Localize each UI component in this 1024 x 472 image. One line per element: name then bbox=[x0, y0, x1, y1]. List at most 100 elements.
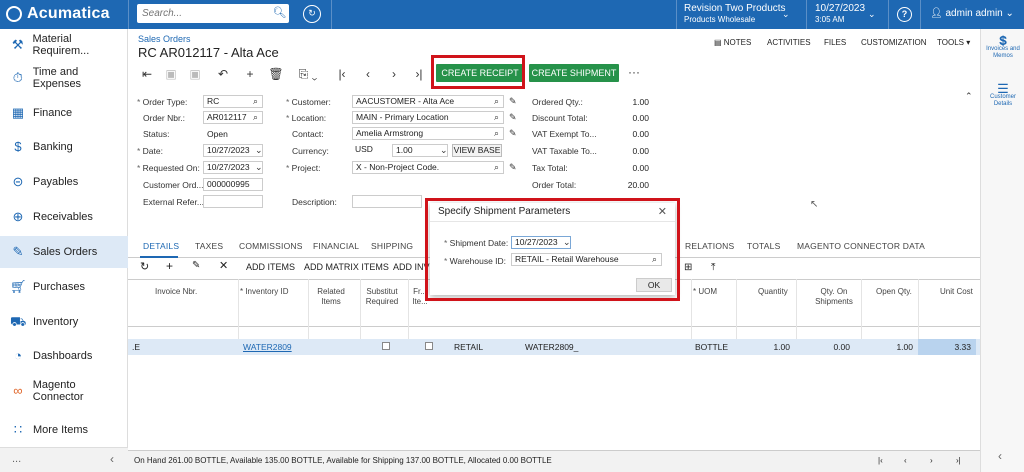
add-row-icon[interactable]: + bbox=[166, 259, 173, 273]
col-inventory-id[interactable]: * Inventory ID bbox=[240, 287, 288, 297]
previous-page-icon[interactable]: ‹ bbox=[904, 456, 907, 465]
lookup-icon[interactable]: ⌕ bbox=[253, 112, 258, 123]
tab-totals[interactable]: TOTALS bbox=[747, 241, 780, 251]
tab-commissions[interactable]: COMMISSIONS bbox=[239, 241, 303, 251]
sidebar-item-banking[interactable]: $ Banking bbox=[0, 131, 128, 163]
chevron-down-icon[interactable]: ⌄ bbox=[782, 9, 790, 20]
chevron-down-icon[interactable]: ⌄ bbox=[255, 145, 263, 156]
lookup-icon[interactable]: ⌕ bbox=[494, 128, 499, 139]
search-icon[interactable]: 🔍︎ bbox=[272, 6, 287, 21]
location-field[interactable]: MAIN - Primary Location bbox=[352, 111, 504, 124]
export-excel-icon[interactable]: ⊞ bbox=[684, 262, 692, 273]
sidebar-item-sales-orders[interactable]: ✎ Sales Orders bbox=[0, 236, 128, 268]
sidebar-item-magento-connector[interactable]: ∞ Magento Connector bbox=[0, 375, 128, 407]
search-input[interactable] bbox=[137, 4, 267, 23]
logo[interactable]: Acumatica bbox=[6, 5, 110, 23]
cell-inventory-id[interactable]: WATER2809 bbox=[243, 342, 292, 352]
tab-taxes[interactable]: TAXES bbox=[195, 241, 223, 251]
first-record-icon[interactable]: |‹ bbox=[333, 67, 351, 85]
delete-icon[interactable]: 🗑︎ bbox=[267, 67, 285, 85]
edit-icon[interactable]: ✎ bbox=[509, 96, 517, 107]
back-icon[interactable]: ⇤ bbox=[138, 67, 156, 85]
tab-financial[interactable]: FINANCIAL bbox=[313, 241, 359, 251]
create-shipment-button[interactable]: CREATE SHIPMENT bbox=[529, 64, 619, 82]
col-uom[interactable]: * UOM bbox=[693, 287, 717, 297]
edit-icon[interactable]: ✎ bbox=[509, 112, 517, 123]
save-icon[interactable]: ▣ bbox=[162, 67, 180, 85]
description-field[interactable] bbox=[352, 195, 422, 208]
next-page-icon[interactable]: › bbox=[930, 456, 933, 465]
col-invoice-nbr[interactable]: Invoice Nbr. bbox=[155, 287, 197, 297]
search-box[interactable]: 🔍︎ bbox=[137, 4, 289, 23]
collapse-icon[interactable]: ⌃ bbox=[965, 91, 973, 102]
upload-icon[interactable]: ⤒ bbox=[711, 262, 715, 273]
save-close-icon[interactable]: ▣ bbox=[186, 67, 204, 85]
sidebar-item-inventory[interactable]: ⛟ Inventory bbox=[0, 306, 128, 338]
free-item-checkbox[interactable] bbox=[425, 342, 433, 350]
help-icon[interactable]: ? bbox=[897, 7, 912, 22]
files-link[interactable]: FILES bbox=[824, 38, 846, 47]
activities-link[interactable]: ACTIVITIES bbox=[767, 38, 811, 47]
delete-row-icon[interactable]: ✕ bbox=[219, 259, 228, 272]
contact-field[interactable]: Amelia Armstrong bbox=[352, 127, 504, 140]
sidebar-item-more-items[interactable]: ∷ More Items bbox=[0, 414, 128, 446]
external-ref-field[interactable] bbox=[203, 195, 263, 208]
add-icon[interactable]: + bbox=[241, 67, 259, 85]
history-icon[interactable]: ↻ bbox=[303, 5, 321, 23]
first-page-icon[interactable]: |‹ bbox=[878, 456, 883, 465]
lookup-icon[interactable]: ⌕ bbox=[494, 162, 499, 173]
date-field[interactable]: 10/27/2023 bbox=[203, 144, 263, 157]
last-record-icon[interactable]: ›| bbox=[410, 67, 428, 85]
add-matrix-items-button[interactable]: ADD MATRIX ITEMS bbox=[304, 262, 389, 272]
col-related-items[interactable]: Related Items bbox=[314, 287, 348, 307]
col-quantity[interactable]: Quantity bbox=[758, 287, 788, 297]
tools-menu[interactable]: TOOLS ▾ bbox=[937, 38, 970, 47]
customer-details-link[interactable]: ☰ Customer Details bbox=[981, 82, 1024, 108]
lookup-icon[interactable]: ⌕ bbox=[494, 112, 499, 123]
sidebar-item-time-and-expenses[interactable]: ⏱︎ Time and Expenses bbox=[0, 62, 128, 94]
edit-icon[interactable]: ✎ bbox=[509, 128, 517, 139]
next-record-icon[interactable]: › bbox=[385, 67, 403, 85]
invoices-and-memos-link[interactable]: 💲︎ Invoices and Memos bbox=[981, 34, 1024, 60]
lookup-icon[interactable]: ⌕ bbox=[253, 96, 258, 107]
collapse-panel-icon[interactable]: ‹ bbox=[998, 449, 1002, 463]
user-menu[interactable]: 👤︎ admin admin ⌄ bbox=[930, 8, 1014, 19]
tab-shipping[interactable]: SHIPPING bbox=[371, 241, 413, 251]
undo-icon[interactable]: ↶ bbox=[214, 67, 232, 85]
lookup-icon[interactable]: ⌕ bbox=[494, 96, 499, 107]
requested-on-field[interactable]: 10/27/2023 bbox=[203, 161, 263, 174]
edit-row-icon[interactable]: ✎ bbox=[192, 260, 200, 271]
company-selector[interactable]: Revision Two Products Products Wholesale bbox=[684, 3, 786, 25]
substitute-required-checkbox[interactable] bbox=[382, 342, 390, 350]
collapse-sidebar-icon[interactable]: ‹ bbox=[110, 452, 114, 466]
sidebar-item-finance[interactable]: ▦ Finance bbox=[0, 97, 128, 129]
last-page-icon[interactable]: ›| bbox=[956, 456, 961, 465]
edit-icon[interactable]: ✎ bbox=[509, 162, 517, 173]
chevron-down-icon[interactable]: ⌄ bbox=[440, 145, 448, 156]
business-date-selector[interactable]: 10/27/2023 3:05 AM bbox=[815, 3, 865, 25]
project-field[interactable]: X - Non-Project Code. bbox=[352, 161, 504, 174]
sidebar-item-dashboards[interactable]: ◔ Dashboards bbox=[0, 340, 128, 372]
customer-ord-field[interactable]: 000000995 bbox=[203, 178, 263, 191]
add-items-button[interactable]: ADD ITEMS bbox=[246, 262, 295, 272]
col-open-qty[interactable]: Open Qty. bbox=[876, 287, 912, 297]
sidebar-item-payables[interactable]: ⊝ Payables bbox=[0, 166, 128, 198]
col-qty-on-shipments[interactable]: Qty. On Shipments bbox=[811, 287, 857, 307]
col-unit-cost[interactable]: Unit Cost bbox=[940, 287, 973, 297]
more-icon[interactable]: ... bbox=[12, 453, 21, 465]
sidebar-item-purchases[interactable]: 🛒︎ Purchases bbox=[0, 271, 128, 303]
tab-magento-connector-data[interactable]: MAGENTO CONNECTOR DATA bbox=[797, 241, 925, 251]
col-substitute-required[interactable]: Substitut Required bbox=[362, 287, 402, 307]
chevron-down-icon[interactable]: ⌄ bbox=[868, 9, 876, 20]
view-base-button[interactable]: VIEW BASE bbox=[452, 144, 502, 157]
chevron-down-icon[interactable]: ⌄ bbox=[255, 162, 263, 173]
refresh-icon[interactable]: ↻ bbox=[140, 260, 149, 273]
tab-details[interactable]: DETAILS bbox=[143, 241, 179, 251]
tab-relations[interactable]: RELATIONS bbox=[685, 241, 734, 251]
previous-record-icon[interactable]: ‹ bbox=[359, 67, 377, 85]
breadcrumb[interactable]: Sales Orders bbox=[138, 34, 191, 44]
more-actions-button[interactable]: ··· bbox=[625, 65, 643, 83]
customer-field[interactable]: AACUSTOMER - Alta Ace bbox=[352, 95, 504, 108]
notes-link[interactable]: ▤ NOTES bbox=[714, 38, 751, 47]
copy-paste-icon[interactable]: ⎘ ⌄ bbox=[294, 67, 322, 85]
